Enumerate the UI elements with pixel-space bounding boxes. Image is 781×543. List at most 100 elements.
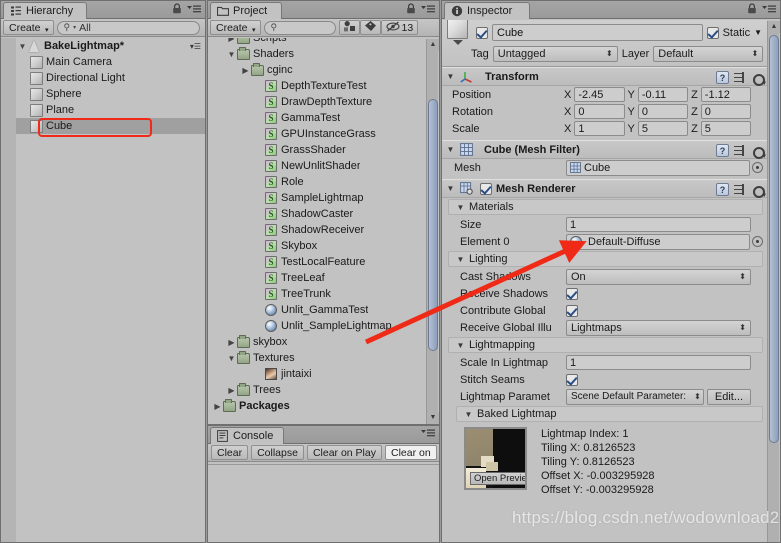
preset-icon[interactable] xyxy=(734,144,746,157)
static-checkbox[interactable] xyxy=(706,26,719,39)
transform-fold-arrow-icon[interactable]: ▼ xyxy=(445,72,456,81)
receive-gi-dropdown[interactable]: Lightmaps ⬍ xyxy=(566,319,751,336)
tab-project[interactable]: Project xyxy=(210,2,282,19)
scene-expand-arrow-icon[interactable]: ▼ xyxy=(17,42,28,51)
static-dropdown-caret-icon[interactable]: ▼ xyxy=(754,28,762,37)
search-dropdown-caret-icon[interactable]: ▾ xyxy=(73,24,76,31)
transform-position-x-field[interactable]: -2.45 xyxy=(574,87,625,102)
component-header-transform[interactable]: ▼ Transform ? xyxy=(442,67,767,87)
gear-icon[interactable] xyxy=(751,145,766,160)
help-icon[interactable]: ? xyxy=(716,183,729,196)
project-item-skybox[interactable]: S Skybox xyxy=(208,238,426,254)
project-item-newunlitshader[interactable]: S NewUnlitShader xyxy=(208,158,426,174)
project-item-unlit-gammatest[interactable]: Unlit_GammaTest xyxy=(208,302,426,318)
preset-icon[interactable] xyxy=(734,71,746,84)
collapse-arrow-icon[interactable]: ▶ xyxy=(240,66,251,75)
hierarchy-item-main-camera[interactable]: Main Camera xyxy=(1,54,205,70)
lightmap-parameters-edit-button[interactable]: Edit... xyxy=(706,388,751,405)
tab-console[interactable]: Console xyxy=(210,427,285,444)
gear-icon[interactable] xyxy=(751,184,766,199)
hidden-assets-toggle[interactable]: 13 xyxy=(380,20,419,35)
project-item-shadowreceiver[interactable]: S ShadowReceiver xyxy=(208,222,426,238)
console-clear-on-play-button[interactable]: Clear on Play xyxy=(306,445,382,460)
project-item-packages[interactable]: ▶ Packages xyxy=(208,398,426,414)
transform-rotation-y-field[interactable]: 0 xyxy=(637,104,689,119)
gameobject-name-field[interactable]: Cube xyxy=(492,24,703,41)
project-item-grassshader[interactable]: S GrassShader xyxy=(208,142,426,158)
element0-object-field[interactable]: Default-Diffuse xyxy=(566,233,750,250)
materials-fold-arrow-icon[interactable]: ▼ xyxy=(455,203,466,212)
mesh-object-picker-icon[interactable] xyxy=(752,162,763,173)
project-item-gammatest[interactable]: S GammaTest xyxy=(208,110,426,126)
expand-arrow-icon[interactable]: ▼ xyxy=(226,50,237,59)
transform-position-z-field[interactable]: -1.12 xyxy=(700,87,751,102)
project-item-samplelightmap[interactable]: S SampleLightmap xyxy=(208,190,426,206)
transform-position-y-field[interactable]: -0.11 xyxy=(637,87,689,102)
receive-shadows-checkbox[interactable] xyxy=(566,287,578,300)
inspector-scrollbar[interactable]: ▲ xyxy=(767,21,780,542)
console-clear-on-build-button[interactable]: Clear on xyxy=(384,445,437,460)
mesh-object-field[interactable]: Cube xyxy=(566,159,750,176)
hierarchy-item-cube[interactable]: Cube xyxy=(1,118,205,134)
inspector-scroll-thumb[interactable] xyxy=(769,35,779,443)
console-log-area[interactable] xyxy=(208,464,439,542)
lock-icon[interactable] xyxy=(172,3,182,17)
lighting-section-header[interactable]: ▼ Lighting xyxy=(448,251,763,267)
hierarchy-menu-icon[interactable] xyxy=(187,4,201,17)
project-item-shadowcaster[interactable]: S ShadowCaster xyxy=(208,206,426,222)
transform-rotation-z-field[interactable]: 0 xyxy=(700,104,751,119)
filter-by-type-button[interactable] xyxy=(338,20,360,35)
project-item-testlocalfeature[interactable]: S TestLocalFeature xyxy=(208,254,426,270)
project-item-depthtexturetest[interactable]: S DepthTextureTest xyxy=(208,78,426,94)
lock-icon[interactable] xyxy=(747,3,757,17)
console-menu-icon[interactable] xyxy=(421,428,435,441)
transform-scale-z-field[interactable]: 5 xyxy=(700,121,751,136)
project-item-jintaixi[interactable]: jintaixi xyxy=(208,366,426,382)
project-item-unlit-samplelightmap[interactable]: Unlit_SampleLightmap xyxy=(208,318,426,334)
project-search-input[interactable]: ⚲ xyxy=(263,20,336,35)
baked-lightmap-section-header[interactable]: ▼ Baked Lightmap xyxy=(456,406,763,422)
lightmap-parameters-dropdown[interactable]: Scene Default Parameter: ⬍ xyxy=(566,388,704,405)
inspector-menu-icon[interactable] xyxy=(762,4,776,17)
hierarchy-item-directional-light[interactable]: Directional Light xyxy=(1,70,205,86)
scene-menu-icon[interactable]: ▾☰ xyxy=(190,42,201,51)
hierarchy-search-input[interactable]: ⚲ ▾ All xyxy=(56,20,200,35)
project-scrollbar[interactable]: ▲ ▼ xyxy=(426,39,439,424)
help-icon[interactable]: ? xyxy=(716,71,729,84)
project-menu-icon[interactable] xyxy=(421,4,435,17)
project-item-trees[interactable]: ▶ Trees xyxy=(208,382,426,398)
transform-scale-y-field[interactable]: 5 xyxy=(637,121,689,136)
hierarchy-tree[interactable]: ▼ BakeLightmap* ▾☰ Main Camera Directiona… xyxy=(1,38,205,542)
tab-inspector[interactable]: Inspector xyxy=(444,2,530,19)
mesh-filter-fold-arrow-icon[interactable]: ▼ xyxy=(445,145,456,154)
gameobject-active-checkbox[interactable] xyxy=(476,26,488,39)
project-scroll-thumb[interactable] xyxy=(428,99,438,351)
lighting-fold-arrow-icon[interactable]: ▼ xyxy=(455,255,466,264)
project-tree[interactable]: ▶ Scripts ▼ Shaders ▶ cginc S DepthTextureTest S… xyxy=(208,38,426,424)
filter-by-label-button[interactable] xyxy=(359,20,381,35)
tag-dropdown[interactable]: Untagged ⬍ xyxy=(492,45,618,62)
project-item-treetrunk[interactable]: S TreeTrunk xyxy=(208,286,426,302)
project-item-drawdepthtexture[interactable]: S DrawDepthTexture xyxy=(208,94,426,110)
component-header-mesh-renderer[interactable]: ▼ Mesh Renderer ? xyxy=(442,179,767,199)
mesh-renderer-enabled-checkbox[interactable] xyxy=(480,182,492,195)
hierarchy-create-button[interactable]: Create ▾ xyxy=(3,20,54,35)
element0-object-picker-icon[interactable] xyxy=(752,236,763,247)
layer-dropdown[interactable]: Default ⬍ xyxy=(653,45,764,62)
project-item-shaders[interactable]: ▼ Shaders xyxy=(208,46,426,62)
expand-arrow-icon[interactable]: ▼ xyxy=(226,354,237,363)
collapse-arrow-icon[interactable]: ▶ xyxy=(226,386,237,395)
preset-icon[interactable] xyxy=(734,183,746,196)
scroll-down-arrow-icon[interactable]: ▼ xyxy=(427,412,439,424)
help-icon[interactable]: ? xyxy=(716,144,729,157)
project-item-treeleaf[interactable]: S TreeLeaf xyxy=(208,270,426,286)
project-item-skybox[interactable]: ▶ skybox xyxy=(208,334,426,350)
project-item-scripts[interactable]: ▶ Scripts xyxy=(208,38,426,46)
transform-scale-x-field[interactable]: 1 xyxy=(574,121,625,136)
collapse-arrow-icon[interactable]: ▶ xyxy=(226,38,237,43)
baked-lightmap-fold-arrow-icon[interactable]: ▼ xyxy=(463,410,474,419)
stitch-seams-checkbox[interactable] xyxy=(566,373,578,386)
mesh-renderer-fold-arrow-icon[interactable]: ▼ xyxy=(445,184,456,193)
hierarchy-item-sphere[interactable]: Sphere xyxy=(1,86,205,102)
project-item-role[interactable]: S Role xyxy=(208,174,426,190)
